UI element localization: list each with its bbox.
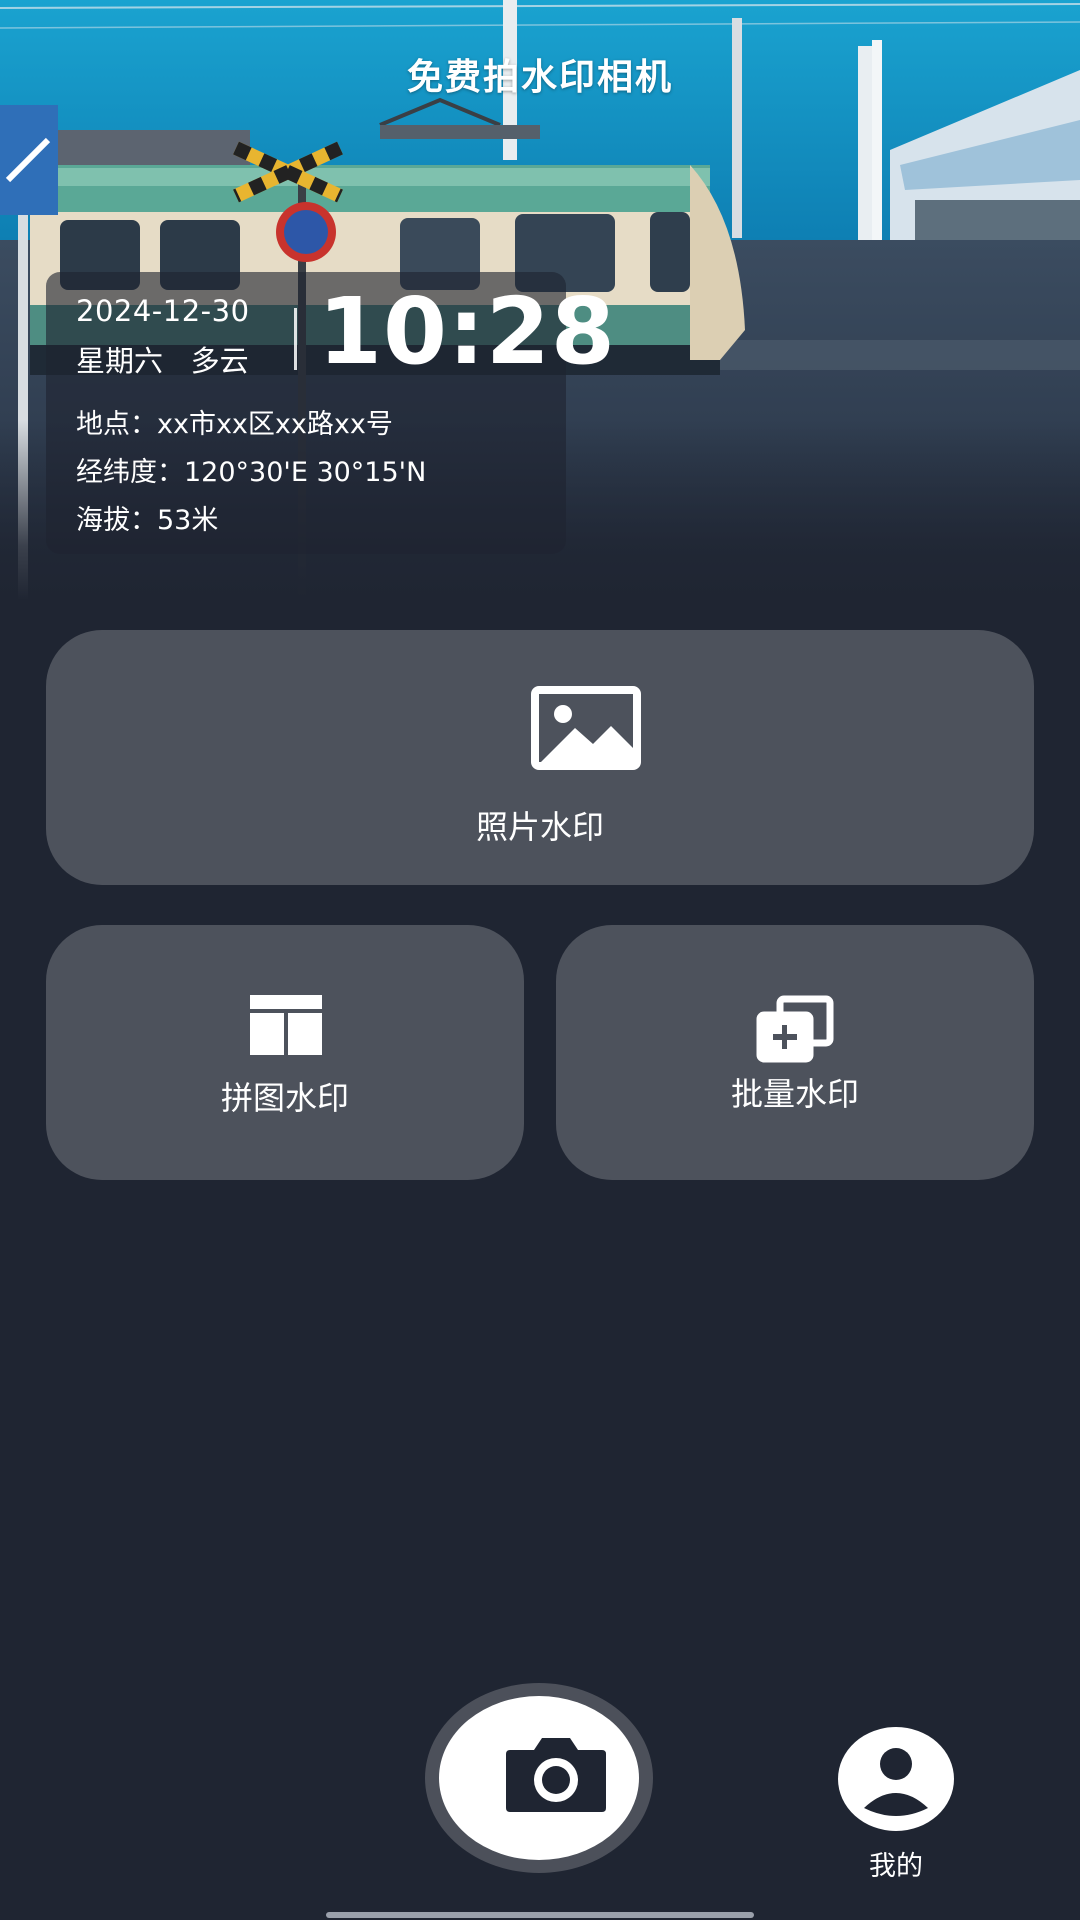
photo-watermark-label: 照片水印 bbox=[475, 808, 604, 846]
watermark-weekday-weather: 星期六 多云 bbox=[76, 344, 249, 378]
app-screen: 免费拍水印相机 2024-12-30 星期六 多云 10:28 地点：xx市xx… bbox=[0, 0, 1080, 1920]
watermark-card: 2024-12-30 星期六 多云 10:28 地点：xx市xx区xx路xx号 … bbox=[46, 272, 615, 554]
watermark-altitude: 海拔：53米 bbox=[76, 505, 219, 536]
image-icon bbox=[531, 686, 641, 774]
collage-watermark-button[interactable]: 拼图水印 bbox=[46, 925, 524, 1180]
app-title: 免费拍水印相机 bbox=[406, 57, 673, 98]
watermark-date: 2024-12-30 bbox=[76, 294, 250, 328]
batch-watermark-label: 批量水印 bbox=[730, 1075, 859, 1113]
watermark-location: 地点：xx市xx区xx路xx号 bbox=[76, 409, 393, 440]
add-multiple-icon bbox=[756, 995, 836, 1067]
collage-watermark-label: 拼图水印 bbox=[220, 1079, 349, 1117]
profile-label: 我的 bbox=[869, 1851, 923, 1882]
home-indicator[interactable] bbox=[326, 1912, 754, 1918]
layout-icon bbox=[250, 995, 322, 1059]
shutter-inner bbox=[439, 1696, 639, 1860]
batch-watermark-button[interactable]: 批量水印 bbox=[556, 925, 1034, 1180]
profile-nav-button[interactable]: 我的 bbox=[836, 1724, 956, 1882]
user-icon bbox=[836, 1724, 956, 1838]
watermark-divider bbox=[294, 308, 297, 370]
watermark-coordinates: 经纬度：120°30'E 30°15'N bbox=[76, 457, 427, 488]
watermark-time: 10:28 bbox=[318, 278, 616, 385]
shutter-button[interactable] bbox=[425, 1683, 653, 1873]
photo-watermark-button[interactable]: 照片水印 bbox=[46, 630, 1034, 885]
camera-icon bbox=[504, 1734, 608, 1818]
